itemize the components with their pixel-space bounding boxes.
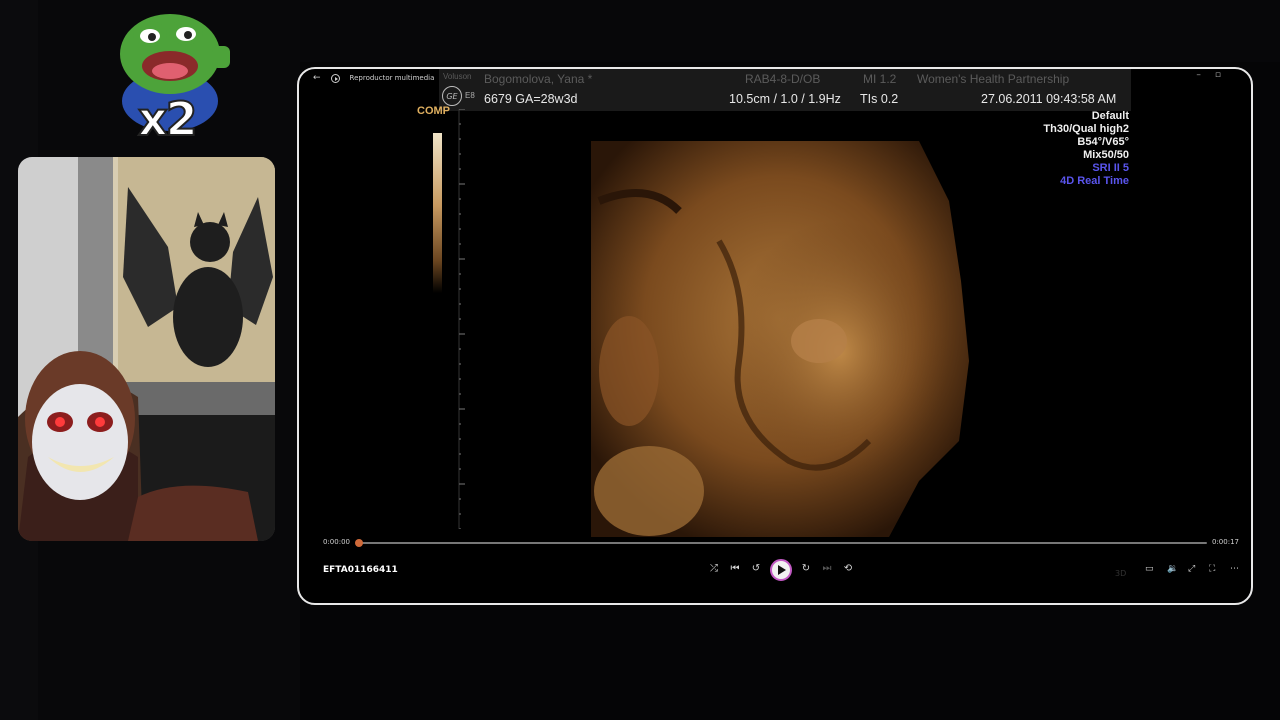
media-player-window[interactable]: ← Reproductor multimedia – ▫ Voluson GE … [297,67,1253,605]
patient-name: Bogomolova, Yana * [484,72,593,86]
time-total: 0:00:17 [1212,538,1239,546]
setting-line: Mix50/50 [1083,149,1129,161]
mi-value: MI 1.2 [863,72,897,86]
time-current: 0:00:00 [323,538,350,546]
minimize-icon[interactable]: – [1196,70,1201,80]
fullscreen-icon[interactable]: ⛶ [1209,564,1215,574]
rewind-10-icon[interactable]: ↺ [749,563,763,574]
probe-label: RAB4-8-D/OB [745,72,821,86]
back-arrow-icon[interactable]: ← [313,73,321,83]
forward-30-icon[interactable]: ↻ [799,563,813,574]
player-titlebar: ← Reproductor multimedia [313,71,434,85]
tis-value: TIs 0.2 [860,92,899,106]
miniplayer-icon[interactable]: ▭ [1145,564,1154,574]
emote-multiplier: x2 [137,91,199,147]
desktop-topbar [300,0,1280,62]
setting-line: Default [1091,110,1129,122]
media-player-icon [330,73,340,83]
comp-label: COMP [417,105,450,117]
setting-line: B54°/V65° [1077,136,1129,148]
file-name: EFTA01166411 [323,565,398,575]
clinic-name: Women's Health Partnership [917,72,1070,86]
repeat-icon[interactable]: ⟲ [841,563,855,574]
seek-bar-row: 0:00:00 0:00:17 [299,535,1251,551]
ge-logo-icon: GE [442,86,462,106]
exam-datetime: 27.06.2011 09:43:58 AM [981,92,1117,106]
app-title: Reproductor multimedia [349,74,435,82]
ultrasound-3d-render [589,141,989,537]
webcam-feed [18,157,275,541]
seek-thumb[interactable] [355,539,363,547]
shuffle-icon[interactable]: ⤮ [707,563,721,574]
ultrasound-settings: Default Th30/Qual high2 B54°/V65° Mix50/… [1043,110,1129,188]
maximize-icon[interactable]: ▫ [1215,70,1221,80]
previous-icon[interactable]: ⏮ [728,563,742,574]
volume-icon[interactable]: 🔉 [1167,564,1178,574]
playback-controls: EFTA01166411 ⤮ ⏮ ↺ ↻ ⏭ ⟲ 3D ▭ 🔉 ⤢ ⛶ ⋯ [299,559,1251,583]
seek-track[interactable] [359,542,1207,544]
setting-line: Th30/Qual high2 [1043,123,1129,135]
model-badge: E8 [465,91,475,100]
depth-info: 10.5cm / 1.0 / 1.9Hz [729,92,841,106]
window-controls: – ▫ [1196,70,1221,80]
video-watermark: 3D [1115,569,1127,578]
color-scale-bar [433,133,442,293]
ultrasound-brand: Voluson [443,72,472,81]
cast-icon[interactable]: ⤢ [1188,564,1195,574]
setting-line-mode: SRI II 5 [1092,162,1129,174]
play-button[interactable] [770,559,792,581]
more-options-icon[interactable]: ⋯ [1230,564,1239,574]
study-info: 6679 GA=28w3d [484,92,578,106]
webcam-overlay [18,157,275,541]
next-icon[interactable]: ⏭ [820,563,834,574]
setting-line-mode: 4D Real Time [1060,175,1129,187]
depth-scale [458,109,465,529]
